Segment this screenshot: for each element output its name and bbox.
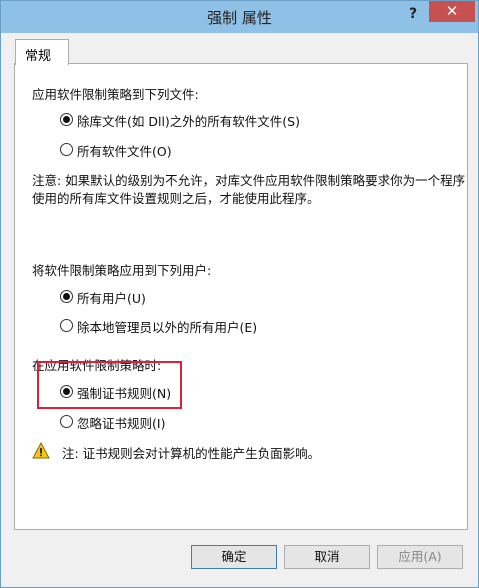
option-ignore-cert-rules[interactable]: 忽略证书规则(I) — [77, 413, 165, 432]
close-button[interactable]: ✕ — [429, 1, 475, 22]
radio-selected-dot — [63, 116, 70, 123]
option-all-except-admins[interactable]: 除本地管理员以外的所有用户(E) — [77, 317, 257, 336]
radio-all-except-admins[interactable] — [60, 319, 73, 332]
option-all-software-files[interactable]: 所有软件文件(O) — [77, 141, 172, 160]
title-bar[interactable]: 强制 属性 ? ✕ — [1, 1, 478, 33]
note-line-1: 注意: 如果默认的级别为不允许，对库文件应用软件限制策略要求你为一个程序 — [32, 173, 466, 188]
option-all-users[interactable]: 所有用户(U) — [77, 288, 146, 307]
warning-icon — [32, 442, 50, 459]
apply-button[interactable]: 应用(A) — [377, 545, 463, 569]
users-heading: 将软件限制策略应用到下列用户: — [32, 263, 212, 278]
warning-text: 注: 证书规则会对计算机的性能产生负面影响。 — [62, 446, 321, 461]
radio-ignore-cert-rules[interactable] — [60, 415, 73, 428]
ok-button[interactable]: 确定 — [191, 545, 277, 569]
files-heading: 应用软件限制策略到下列文件: — [32, 87, 199, 102]
properties-dialog: 强制 属性 ? ✕ 常规 应用软件限制策略到下列文件: 除库文件(如 Dll)之… — [0, 0, 479, 588]
cancel-button[interactable]: 取消 — [284, 545, 370, 569]
option-non-library-files[interactable]: 除库文件(如 Dll)之外的所有软件文件(S) — [77, 111, 300, 130]
note-line-2: 使用的所有库文件设置规则之后，才能使用此程序。 — [32, 191, 320, 206]
highlight-box — [37, 361, 182, 409]
tab-general-label: 常规 — [25, 49, 52, 64]
tab-general[interactable]: 常规 — [15, 39, 69, 65]
help-button[interactable]: ? — [399, 3, 427, 25]
radio-selected-dot — [63, 293, 70, 300]
radio-all-software-files[interactable] — [60, 143, 73, 156]
radio-non-library-files[interactable] — [60, 113, 73, 126]
tab-panel-general: 应用软件限制策略到下列文件: 除库文件(如 Dll)之外的所有软件文件(S) 所… — [14, 63, 468, 530]
radio-all-users[interactable] — [60, 290, 73, 303]
